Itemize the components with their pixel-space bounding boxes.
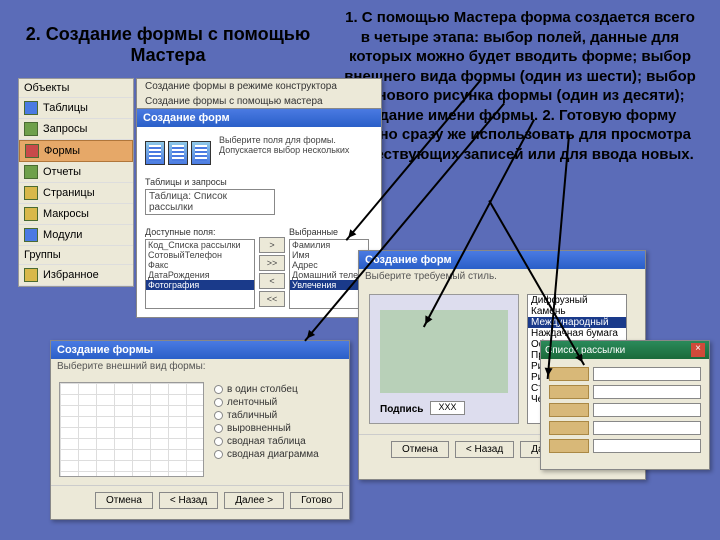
layout-opt[interactable]: в один столбец (214, 384, 319, 395)
module-icon (24, 228, 38, 242)
form-field (549, 439, 701, 453)
layout-options: в один столбец ленточный табличный выров… (214, 382, 319, 477)
layout-opt[interactable]: сводная диаграмма (214, 449, 319, 460)
sidebar-header: Объекты (19, 79, 133, 98)
field-label (549, 403, 589, 417)
table-icon (24, 101, 38, 115)
result-titlebar: Список рассылки × (541, 341, 709, 359)
remove-field-button[interactable]: < (259, 273, 285, 289)
result-form-window: Список рассылки × (540, 340, 710, 470)
next-button[interactable]: Далее > (224, 492, 284, 509)
available-fields[interactable]: Код_Списка рассылки СотовыйТелефон Факс … (145, 239, 255, 309)
layout-opt[interactable]: ленточный (214, 397, 319, 408)
sidebar-macros[interactable]: Макросы (19, 204, 133, 225)
field-input[interactable] (593, 367, 701, 381)
remove-all-button[interactable]: << (259, 291, 285, 307)
sidebar-fav[interactable]: Избранное (19, 265, 133, 286)
wizard3-hint: Выберите требуемый стиль. (359, 269, 645, 284)
layout-opt[interactable]: выровненный (214, 423, 319, 434)
field-input[interactable] (593, 403, 701, 417)
back-button[interactable]: < Назад (159, 492, 218, 509)
layout-opt[interactable]: табличный (214, 410, 319, 421)
worldmap-icon (380, 310, 508, 393)
access-sidebar: Объекты Таблицы Запросы Формы Отчеты Стр… (18, 78, 134, 287)
wizard3-title: Создание форм (359, 251, 645, 269)
query-icon (24, 122, 38, 136)
sidebar-reports[interactable]: Отчеты (19, 162, 133, 183)
page-icon (24, 186, 38, 200)
star-icon (24, 268, 38, 282)
form-field (549, 367, 701, 381)
field-label (549, 385, 589, 399)
field-label (549, 439, 589, 453)
macro-icon (24, 207, 38, 221)
form-wizard-step2: Создание формы Выберите внешний вид форм… (50, 340, 350, 520)
preview-label: Подпись (380, 404, 423, 415)
wizard-title: Создание форм (137, 109, 381, 127)
preview-box: XXX (430, 401, 465, 415)
field-label (549, 421, 589, 435)
form-field (549, 385, 701, 399)
cancel-button[interactable]: Отмена (95, 492, 153, 509)
section-title-right: 1. С помощью Мастера форма создается все… (340, 8, 700, 164)
field-input[interactable] (593, 439, 701, 453)
field-label (549, 367, 589, 381)
available-label: Доступные поля: (145, 227, 255, 237)
wizard-hint2: Допускается выбор нескольких (219, 145, 373, 155)
field-input[interactable] (593, 385, 701, 399)
wizard2-title: Создание формы (51, 341, 349, 359)
add-field-button[interactable]: > (259, 237, 285, 253)
field-input[interactable] (593, 421, 701, 435)
form-field (549, 403, 701, 417)
sidebar-queries[interactable]: Запросы (19, 119, 133, 140)
wizard-graphic (145, 141, 211, 165)
layout-opt[interactable]: сводная таблица (214, 436, 319, 447)
close-icon[interactable]: × (691, 343, 705, 357)
report-icon (24, 165, 38, 179)
tables-label: Таблицы и запросы (145, 177, 373, 187)
sidebar-groups: Группы (19, 246, 133, 265)
selected-fields[interactable]: Фамилия Имя Адрес Домашний телефон Увлеч… (289, 239, 369, 309)
sidebar-tables[interactable]: Таблицы (19, 98, 133, 119)
create-form-designer[interactable]: Создание формы в режиме конструктора (137, 79, 381, 94)
add-all-button[interactable]: >> (259, 255, 285, 271)
wizard-hint: Выберите поля для формы. (219, 135, 373, 145)
finish-button[interactable]: Готово (290, 492, 343, 509)
sidebar-pages[interactable]: Страницы (19, 183, 133, 204)
form-field (549, 421, 701, 435)
wizard2-hint: Выберите внешний вид формы: (51, 359, 349, 374)
result-title: Список рассылки (545, 345, 625, 356)
layout-preview (59, 382, 204, 477)
form-icon (25, 144, 39, 158)
form-wizard-step1: Создание форм Выберите поля для формы. Д… (136, 108, 382, 318)
cancel-button[interactable]: Отмена (391, 441, 449, 458)
create-form-wizard[interactable]: Создание формы с помощью мастера (137, 94, 381, 109)
table-select[interactable]: Таблица: Список рассылки (145, 189, 275, 215)
style-preview: Подпись XXX (369, 294, 519, 424)
sidebar-modules[interactable]: Модули (19, 225, 133, 246)
back-button[interactable]: < Назад (455, 441, 514, 458)
sidebar-forms[interactable]: Формы (19, 140, 133, 162)
section-title-left: 2. Создание формы с помощью Мастера (18, 24, 318, 66)
